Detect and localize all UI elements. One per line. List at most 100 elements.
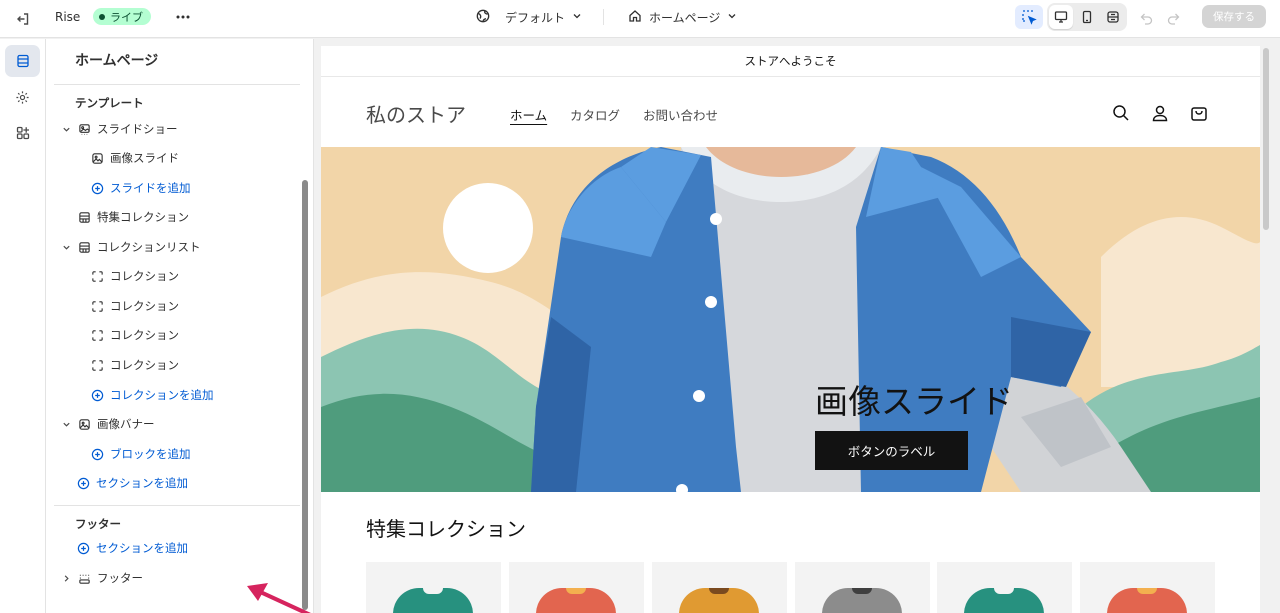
page-selector[interactable]: ホームページ: [628, 6, 737, 28]
block-collection[interactable]: コレクション: [90, 295, 179, 317]
chevron-down-icon[interactable]: [61, 124, 71, 134]
panel-scrollbar[interactable]: [302, 180, 308, 610]
desktop-view-icon[interactable]: [1049, 5, 1073, 29]
dashed-frame-icon: [90, 299, 104, 313]
nav-home[interactable]: ホーム: [510, 105, 547, 124]
template-label: テンプレート: [75, 96, 144, 110]
section-collection-list[interactable]: コレクションリスト: [61, 236, 201, 258]
mobile-view-icon[interactable]: [1075, 5, 1099, 29]
shirt-collar: [423, 588, 443, 594]
add-collection-label: コレクションを追加: [110, 388, 214, 402]
section-image-banner[interactable]: 画像バナー: [61, 413, 155, 435]
block-label: 画像スライド: [110, 151, 179, 165]
fullscreen-view-icon[interactable]: [1101, 5, 1125, 29]
section-label: コレクションリスト: [97, 240, 201, 254]
image-icon: [90, 151, 104, 165]
more-actions-icon[interactable]: [172, 6, 194, 28]
nav-contact[interactable]: お問い合わせ: [643, 105, 718, 124]
slideshow-icon: [77, 122, 91, 136]
sections-panel: ホームページ テンプレート スライドショー 画像スライド スライドを追加 特集コ…: [46, 39, 314, 613]
panel-divider: [54, 505, 300, 506]
live-badge-label: ライブ: [110, 10, 143, 24]
device-toggle: [1047, 3, 1127, 31]
block-image-slide[interactable]: 画像スライド: [90, 147, 179, 169]
collection-list-icon: [77, 240, 91, 254]
section-label: フッター: [97, 571, 143, 585]
section-label: 特集コレクション: [97, 210, 189, 224]
theme-name: Rise: [55, 10, 81, 24]
product-card[interactable]: [795, 562, 930, 613]
preset-label: デフォルト: [505, 10, 566, 25]
redo-icon[interactable]: [1163, 8, 1183, 28]
preset-selector[interactable]: デフォルト: [476, 6, 582, 28]
footer-group-label: フッター: [75, 517, 121, 531]
plus-circle-icon: [90, 447, 104, 461]
block-collection[interactable]: コレクション: [90, 354, 179, 376]
block-label: コレクション: [110, 299, 179, 313]
add-section-button[interactable]: セクションを追加: [76, 472, 188, 494]
section-slideshow[interactable]: スライドショー: [61, 118, 178, 140]
icon-rail: [0, 39, 46, 613]
announcement-bar: ストアへようこそ: [321, 46, 1260, 77]
plus-circle-icon: [76, 476, 90, 490]
hero-button[interactable]: ボタンのラベル: [815, 431, 968, 470]
block-label: コレクション: [110, 269, 179, 283]
add-block-label: ブロックを追加: [110, 447, 191, 461]
preview-scrollbar[interactable]: [1263, 48, 1269, 230]
footer-add-section-button[interactable]: セクションを追加: [76, 537, 188, 559]
inspector-icon[interactable]: [1015, 5, 1043, 29]
live-badge: ライブ: [93, 8, 151, 25]
add-section-label: セクションを追加: [96, 476, 188, 490]
page-label: ホームページ: [649, 10, 721, 25]
section-featured-collection[interactable]: 特集コレクション: [77, 206, 189, 228]
account-icon[interactable]: [1148, 101, 1172, 125]
shirt-collar: [852, 588, 872, 594]
section-label: 画像バナー: [97, 417, 155, 431]
add-slide-button[interactable]: スライドを追加: [90, 177, 191, 199]
plus-circle-icon: [90, 181, 104, 195]
topbar-divider: [603, 9, 604, 25]
shirt-collar: [994, 588, 1014, 594]
block-collection[interactable]: コレクション: [90, 265, 179, 287]
cart-icon[interactable]: [1187, 101, 1211, 125]
image-banner-icon: [77, 417, 91, 431]
apps-icon[interactable]: [5, 117, 40, 149]
announcement-text: ストアへようこそ: [744, 54, 837, 68]
search-icon[interactable]: [1109, 101, 1133, 125]
product-card[interactable]: [509, 562, 644, 613]
panel-divider: [54, 84, 300, 85]
block-collection[interactable]: コレクション: [90, 324, 179, 346]
add-slide-label: スライドを追加: [110, 181, 191, 195]
dashed-frame-icon: [90, 269, 104, 283]
section-label: スライドショー: [97, 122, 178, 136]
product-card[interactable]: [652, 562, 787, 613]
chevron-down-icon: [572, 10, 582, 24]
store-logo-text[interactable]: 私のストア: [366, 99, 466, 128]
section-footer[interactable]: フッター: [61, 567, 143, 589]
chevron-right-icon[interactable]: [61, 573, 71, 583]
footer-add-section-label: セクションを追加: [96, 541, 188, 555]
settings-gear-icon[interactable]: [5, 81, 40, 113]
dashed-frame-icon: [90, 358, 104, 372]
hero-title: 画像スライド: [815, 382, 1013, 421]
product-card[interactable]: [937, 562, 1072, 613]
chevron-down-icon: [727, 10, 737, 24]
top-bar: Rise ライブ デフォルト ホームページ 保存する: [0, 0, 1280, 38]
plus-circle-icon: [90, 388, 104, 402]
live-dot-icon: [99, 13, 105, 20]
exit-icon[interactable]: [12, 8, 34, 30]
add-block-button[interactable]: ブロックを追加: [90, 443, 191, 465]
globe-icon: [476, 9, 490, 26]
hero-illustration: [321, 147, 1260, 492]
chevron-down-icon[interactable]: [61, 419, 71, 429]
home-icon: [628, 9, 642, 26]
chevron-down-icon[interactable]: [61, 242, 71, 252]
product-card[interactable]: [366, 562, 501, 613]
save-button[interactable]: 保存する: [1202, 5, 1266, 28]
product-card[interactable]: [1080, 562, 1215, 613]
sections-icon[interactable]: [5, 45, 40, 77]
add-collection-button[interactable]: コレクションを追加: [90, 384, 214, 406]
undo-icon[interactable]: [1136, 8, 1156, 28]
collection-icon: [77, 210, 91, 224]
nav-catalog[interactable]: カタログ: [570, 105, 620, 124]
